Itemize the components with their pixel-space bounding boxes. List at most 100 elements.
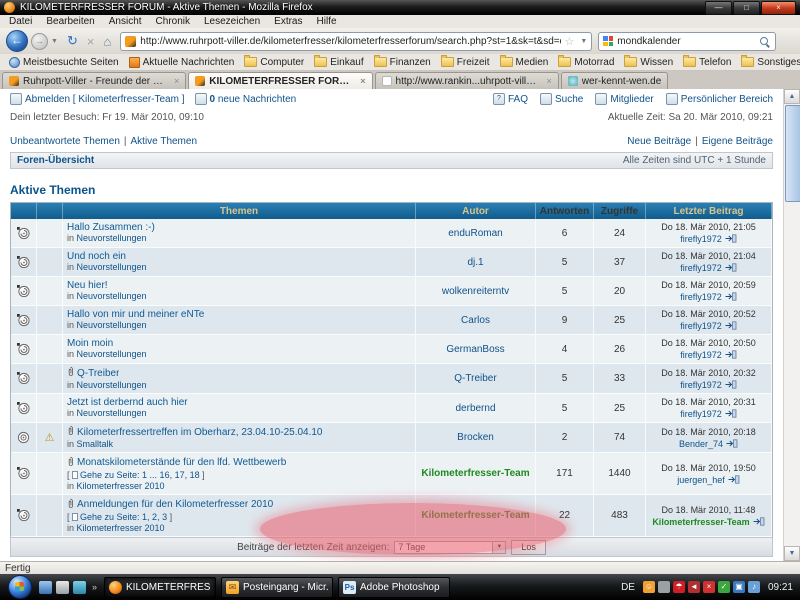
author-link[interactable]: GermanBoss — [446, 344, 504, 355]
bookmark-item[interactable]: Wissen — [619, 57, 678, 68]
active-topics-link[interactable]: Aktive Themen — [131, 136, 198, 147]
url-bar[interactable]: http://www.ruhrpott-viller.de/kilometerf… — [120, 32, 592, 51]
goto-last-post-icon[interactable] — [750, 517, 765, 527]
search-link[interactable]: Suche — [540, 93, 583, 105]
goto-last-post-icon[interactable] — [722, 292, 737, 302]
topic-title-link[interactable]: Hallo Zusammen :-) — [67, 222, 155, 233]
topic-title-link[interactable]: Hallo von mir und meiner eNTe — [67, 309, 204, 320]
tab-close-icon[interactable]: × — [547, 76, 552, 86]
network-icon[interactable]: ▣ — [733, 581, 745, 593]
scroll-up-arrow[interactable]: ▲ — [784, 89, 800, 104]
bookmark-item[interactable]: Meistbesuchte Seiten — [4, 57, 124, 68]
author-link[interactable]: dj.1 — [467, 257, 483, 268]
menu-extras[interactable]: Extras — [267, 16, 309, 27]
author-link[interactable]: Brocken — [457, 432, 494, 443]
tab-4[interactable]: wer-kennt-wen.de — [561, 72, 668, 89]
google-icon[interactable] — [603, 36, 613, 46]
go-button[interactable]: Los — [511, 540, 546, 555]
author-link[interactable]: derbernd — [455, 403, 495, 414]
bookmark-item[interactable]: Finanzen — [369, 57, 436, 68]
tab-2[interactable]: KILOMETERFRESSER FORUM • Ak...× — [188, 72, 372, 89]
author-link[interactable]: Kilometerfresser-Team — [421, 510, 529, 521]
goto-last-post-icon[interactable] — [725, 475, 740, 485]
last-poster-link[interactable]: firefly1972 — [680, 321, 722, 331]
tab-3[interactable]: http://www.rankin...uhrpott-viller.de× — [375, 72, 559, 89]
history-dropdown-icon[interactable]: ▼ — [51, 38, 58, 45]
forum-link[interactable]: Neuvorstellungen — [77, 233, 147, 243]
scroll-down-arrow[interactable]: ▼ — [784, 546, 800, 561]
bookmark-star-icon[interactable]: ☆ — [564, 35, 574, 48]
search-magnifier-icon[interactable] — [760, 37, 768, 45]
maximize-button[interactable]: □ — [733, 1, 760, 15]
author-link[interactable]: Q-Treiber — [454, 373, 496, 384]
tab-close-icon[interactable]: × — [174, 76, 179, 86]
tab-close-icon[interactable]: × — [360, 76, 365, 86]
url-dropdown-icon[interactable]: ▼ — [580, 38, 587, 45]
own-posts-link[interactable]: Eigene Beiträge — [702, 136, 773, 147]
taskbar-button[interactable]: KILOMETERFRESSER... — [104, 577, 216, 598]
bookmark-item[interactable]: Sonstiges — [736, 57, 800, 68]
bookmark-item[interactable]: Aktuelle Nachrichten — [124, 57, 240, 68]
last-poster-link[interactable]: firefly1972 — [680, 263, 722, 273]
new-posts-link[interactable]: Neue Beiträge — [627, 136, 691, 147]
explorer-icon[interactable] — [73, 581, 86, 594]
forum-link[interactable]: Neuvorstellungen — [77, 408, 147, 418]
start-button[interactable] — [8, 575, 32, 599]
desktop-icon[interactable] — [39, 581, 52, 594]
members-link[interactable]: Mitglieder — [595, 93, 653, 105]
board-index-link[interactable]: Foren-Übersicht — [17, 155, 94, 166]
volume-muted-icon[interactable]: ◄ — [688, 581, 700, 593]
messages-link[interactable]: 0 neue Nachrichten — [195, 93, 297, 105]
close-button[interactable]: × — [761, 1, 796, 15]
menu-lesezeichen[interactable]: Lesezeichen — [197, 16, 267, 27]
menu-bearbeiten[interactable]: Bearbeiten — [39, 16, 101, 27]
menu-chronik[interactable]: Chronik — [149, 16, 197, 27]
bookmark-item[interactable]: Medien — [495, 57, 554, 68]
reload-button[interactable]: ↻ — [67, 33, 78, 49]
forum-link[interactable]: Neuvorstellungen — [77, 349, 147, 359]
topic-title-link[interactable]: Jetzt ist derbernd auch hier — [67, 397, 188, 408]
select-dropdown-icon[interactable]: ▼ — [492, 542, 505, 553]
taskbar-button[interactable]: ✉Posteingang - Micr... — [221, 577, 333, 598]
tab-1[interactable]: Ruhrpott-Viller - Freunde der Hond...× — [2, 72, 186, 89]
forum-link[interactable]: Neuvorstellungen — [77, 262, 147, 272]
last-poster-link[interactable]: firefly1972 — [680, 234, 722, 244]
messenger-icon[interactable]: ☺ — [643, 581, 655, 593]
ucp-link[interactable]: Persönlicher Bereich — [666, 93, 773, 105]
menu-ansicht[interactable]: Ansicht — [102, 16, 149, 27]
author-link[interactable]: Kilometerfresser-Team — [421, 468, 529, 479]
period-select[interactable]: 7 Tage ▼ — [394, 541, 506, 554]
home-button[interactable]: ⌂ — [103, 34, 111, 49]
goto-last-post-icon[interactable] — [723, 439, 738, 449]
goto-last-post-icon[interactable] — [722, 409, 737, 419]
forum-link[interactable]: Smalltalk — [77, 439, 114, 449]
last-poster-link[interactable]: firefly1972 — [680, 350, 722, 360]
last-poster-link[interactable]: firefly1972 — [680, 409, 722, 419]
goto-last-post-icon[interactable] — [722, 263, 737, 273]
logout-link[interactable]: Abmelden [ Kilometerfresser-Team ] — [10, 93, 185, 105]
last-poster-link[interactable]: Bender_74 — [679, 439, 723, 449]
menu-datei[interactable]: Datei — [2, 16, 39, 27]
menu-hilfe[interactable]: Hilfe — [310, 16, 344, 27]
back-button[interactable]: ← — [6, 30, 28, 52]
avira-antivirus-icon[interactable]: ☂ — [673, 581, 685, 593]
topic-title-link[interactable]: Q-Treiber — [77, 368, 119, 379]
goto-last-post-icon[interactable] — [722, 350, 737, 360]
goto-page-line[interactable]: [ Gehe zu Seite: 1 ... 16, 17, 18 ] — [67, 470, 205, 481]
forum-link[interactable]: Kilometerfresser 2010 — [77, 481, 165, 491]
goto-last-post-icon[interactable] — [722, 321, 737, 331]
forum-link[interactable]: Neuvorstellungen — [77, 380, 147, 390]
security-center-icon[interactable]: ✓ — [718, 581, 730, 593]
last-poster-link[interactable]: firefly1972 — [680, 292, 722, 302]
faq-link[interactable]: ?FAQ — [493, 93, 528, 105]
goto-last-post-icon[interactable] — [722, 234, 737, 244]
last-poster-link[interactable]: Kilometerfresser-Team — [652, 517, 749, 527]
author-link[interactable]: enduRoman — [448, 228, 502, 239]
volume-icon[interactable]: ♪ — [748, 581, 760, 593]
scrollbar-thumb[interactable] — [785, 105, 800, 202]
taskbar-button[interactable]: PsAdobe Photoshop — [338, 577, 450, 598]
device-icon[interactable] — [658, 581, 670, 593]
bookmark-item[interactable]: Motorrad — [553, 57, 619, 68]
author-link[interactable]: Carlos — [461, 315, 490, 326]
language-indicator[interactable]: DE — [621, 582, 635, 593]
